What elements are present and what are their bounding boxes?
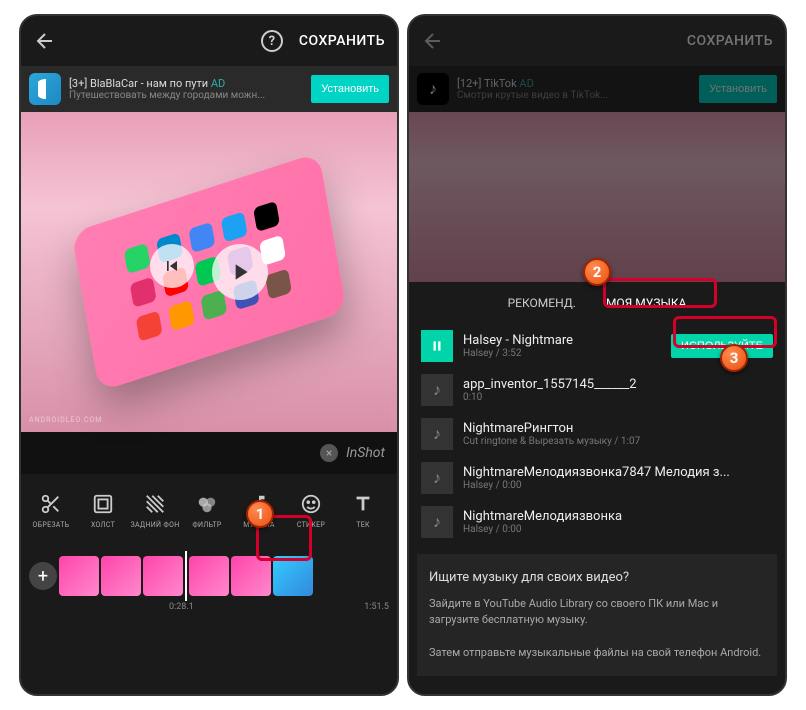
tool-canvas[interactable]: ХОЛСТ: [77, 491, 129, 529]
music-item[interactable]: ♪ NightmareМелодиязвонка7847 Мелодия з..…: [417, 456, 777, 500]
watermark-close-icon[interactable]: ×: [320, 444, 338, 462]
prev-button[interactable]: [150, 244, 194, 288]
help-icon[interactable]: ?: [261, 30, 283, 52]
music-tabs: РЕКОМЕНД. МОЯ МУЗЫКА: [409, 282, 785, 324]
music-note-icon: ♪: [421, 462, 453, 494]
timeline-thumb[interactable]: [143, 556, 183, 596]
save-button[interactable]: СОХРАНИТЬ: [687, 33, 773, 49]
toolbar: ОБРЕЗАТЬ ХОЛСТ ЗАДНИЙ ФОН ФИЛЬТР МУЗЫКА …: [21, 474, 397, 546]
play-button[interactable]: [212, 244, 268, 300]
music-item[interactable]: ♪ NightmareМелодиязвонкаHalsey / 0:00: [417, 500, 777, 544]
tool-cut[interactable]: ОБРЕЗАТЬ: [25, 491, 77, 529]
ad-banner[interactable]: ♪ [12+] TikTok AD Смотри крутые видео в …: [409, 66, 785, 112]
tool-filter[interactable]: ФИЛЬТР: [181, 491, 233, 529]
ad-install-button[interactable]: Установить: [311, 75, 389, 103]
scissors-icon: [38, 491, 64, 517]
timeline-thumb[interactable]: [273, 556, 313, 596]
ad-install-button[interactable]: Установить: [699, 75, 777, 103]
timeline-thumb[interactable]: [189, 556, 229, 596]
tab-recommend[interactable]: РЕКОМЕНД.: [508, 296, 576, 310]
watermark-text: InShot: [346, 445, 385, 461]
add-clip-button[interactable]: +: [29, 562, 57, 590]
bg-icon: [142, 491, 168, 517]
timeline-thumb[interactable]: [101, 556, 141, 596]
music-note-icon: ♪: [421, 374, 453, 406]
timeline-thumb[interactable]: [59, 556, 99, 596]
back-icon[interactable]: [421, 29, 445, 53]
timeline-thumb[interactable]: [231, 556, 271, 596]
tool-sticker[interactable]: СТИКЕР: [285, 491, 337, 529]
tab-my-music[interactable]: МОЯ МУЗЫКА: [606, 296, 686, 310]
ad-text: [12+] TikTok AD Смотри крутые видео в Ti…: [457, 77, 691, 101]
ad-app-icon: [29, 73, 61, 105]
video-preview[interactable]: ANDROIDLEO.COM: [21, 112, 397, 432]
header: СОХРАНИТЬ: [409, 16, 785, 66]
ad-banner[interactable]: [3+] BlaBlaCar - нам по пути AD Путешест…: [21, 66, 397, 112]
time-current: 0:28.1: [169, 602, 194, 612]
music-item[interactable]: ♪ NightmareРингтонCut ringtone & Вырезат…: [417, 412, 777, 456]
ad-text: [3+] BlaBlaCar - нам по пути AD Путешест…: [69, 77, 303, 101]
video-preview-dim: [409, 112, 785, 282]
music-note-icon: ♪: [421, 418, 453, 450]
header: ? СОХРАНИТЬ: [21, 16, 397, 66]
back-icon[interactable]: [33, 29, 57, 53]
save-button[interactable]: СОХРАНИТЬ: [299, 33, 385, 49]
sticker-icon: [298, 491, 324, 517]
filter-icon: [194, 491, 220, 517]
preview-credit: ANDROIDLEO.COM: [29, 416, 102, 424]
ad-app-icon: ♪: [417, 73, 449, 105]
canvas-icon: [90, 491, 116, 517]
time-total: 1:51.5: [364, 602, 389, 612]
watermark-bar: × InShot: [21, 432, 397, 474]
left-screen: ? СОХРАНИТЬ [3+] BlaBlaCar - нам по пути…: [19, 14, 399, 696]
music-item[interactable]: ♪ app_inventor_1557145______20:10: [417, 368, 777, 412]
tool-text[interactable]: ТЕК: [337, 491, 389, 529]
marker-3: 3: [720, 344, 748, 372]
marker-2: 2: [583, 258, 611, 286]
music-tip: Ищите музыку для своих видео? Зайдите в …: [417, 554, 777, 676]
music-note-icon: ♪: [421, 506, 453, 538]
pause-icon[interactable]: [421, 330, 453, 362]
marker-1: 1: [246, 500, 274, 528]
timeline[interactable]: + 0:28.1 1:51.5: [21, 546, 397, 646]
tool-background[interactable]: ЗАДНИЙ ФОН: [129, 491, 181, 529]
text-icon: [350, 491, 376, 517]
